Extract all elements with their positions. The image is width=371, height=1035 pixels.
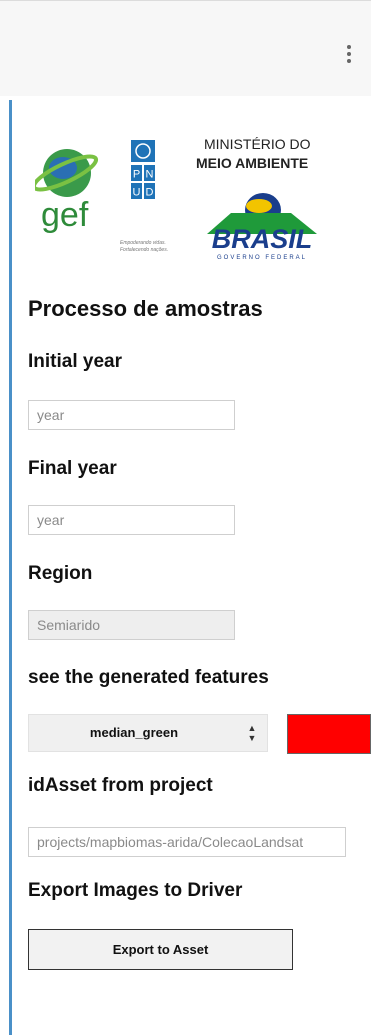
region-label: Region <box>28 563 93 584</box>
svg-text:GOVERNO FEDERAL: GOVERNO FEDERAL <box>217 255 307 261</box>
panel-title: Processo de amostras <box>28 296 263 321</box>
export-section-label: Export Images to Driver <box>28 880 243 901</box>
gef-text: gef <box>41 196 89 234</box>
gef-logo: gef <box>35 149 99 234</box>
export-to-asset-button[interactable]: Export to Asset <box>28 929 293 970</box>
brasil-wordmark: BRASIL <box>212 224 313 254</box>
updown-arrows-icon: ▲ ▼ <box>247 723 257 743</box>
color-swatch[interactable] <box>287 714 371 754</box>
features-select[interactable]: median_green ▲ ▼ <box>28 714 268 752</box>
id-asset-label: idAsset from project <box>28 775 213 796</box>
svg-text:MEIO AMBIENTE: MEIO AMBIENTE <box>196 155 308 171</box>
more-vert-icon[interactable] <box>343 45 355 69</box>
svg-text:Empoderando vidas.: Empoderando vidas. <box>120 240 166 246</box>
initial-year-label: Initial year <box>28 351 122 372</box>
svg-text:U: U <box>133 187 141 199</box>
final-year-label: Final year <box>28 458 117 479</box>
top-toolbar <box>0 0 371 96</box>
svg-text:Fortalecendo nações.: Fortalecendo nações. <box>120 247 168 253</box>
mma-brasil-logo: MINISTÉRIO DO MEIO AMBIENTE BRASIL GOVER… <box>196 136 317 261</box>
svg-text:D: D <box>146 187 154 199</box>
features-label: see the generated features <box>28 667 269 688</box>
svg-text:MINISTÉRIO DO: MINISTÉRIO DO <box>204 136 311 152</box>
initial-year-input[interactable] <box>28 400 235 430</box>
region-input <box>28 610 235 640</box>
undp-logo: P N U D Empoderando vidas. Fortalecendo … <box>120 140 168 253</box>
final-year-input[interactable] <box>28 505 235 535</box>
features-select-value: median_green <box>89 725 179 740</box>
svg-text:P: P <box>133 169 140 181</box>
id-asset-input[interactable] <box>28 827 346 857</box>
svg-text:N: N <box>146 169 154 181</box>
partner-logos: gef P N U D Empoderando vidas. Fortalece… <box>35 136 317 261</box>
